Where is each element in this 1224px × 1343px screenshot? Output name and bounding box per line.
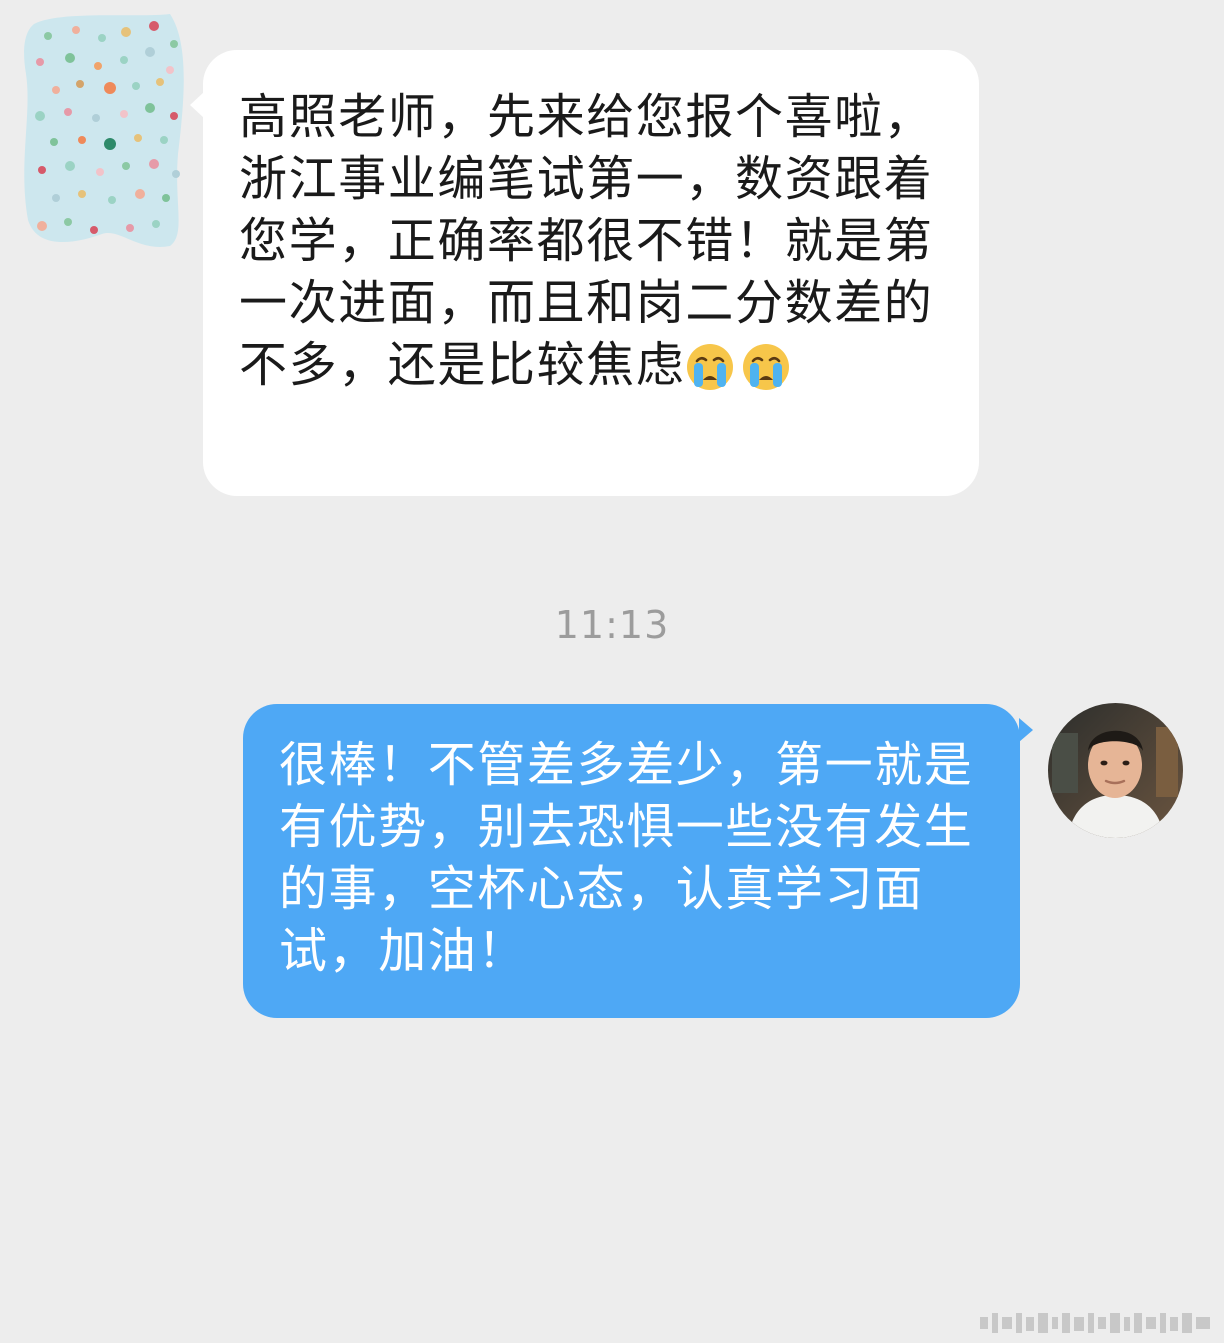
incoming-message-text: 高照老师，先来给您报个喜啦，浙江事业编笔试第一，数资跟着您学，正确率都很不错！就… [239,86,949,404]
person-photo-avatar-icon [1048,703,1183,838]
sender-avatar[interactable] [20,14,186,250]
emoji-group [685,342,797,404]
incoming-message-body: 高照老师，先来给您报个喜啦，浙江事业编笔试第一，数资跟着您学，正确率都很不错！就… [239,89,934,393]
loudly-crying-face-icon [743,344,790,390]
watermark [980,1311,1212,1335]
watermark-icon [980,1313,1210,1333]
message-timestamp: 11:13 [554,603,670,647]
polka-dot-avatar-icon [24,14,184,247]
user-avatar[interactable] [1048,703,1183,838]
outgoing-message-text: 很棒！不管差多差少，第一就是有优势，别去恐惧一些没有发生的事，空杯心态，认真学习… [279,737,974,979]
chat-view: 高照老师，先来给您报个喜啦，浙江事业编笔试第一，数资跟着您学，正确率都很不错！就… [0,0,1224,1343]
loudly-crying-face-icon [687,344,734,390]
outgoing-message-bubble[interactable]: 很棒！不管差多差少，第一就是有优势，别去恐惧一些没有发生的事，空杯心态，认真学习… [243,704,1033,1018]
incoming-message-bubble[interactable]: 高照老师，先来给您报个喜啦，浙江事业编笔试第一，数资跟着您学，正确率都很不错！就… [190,50,979,496]
